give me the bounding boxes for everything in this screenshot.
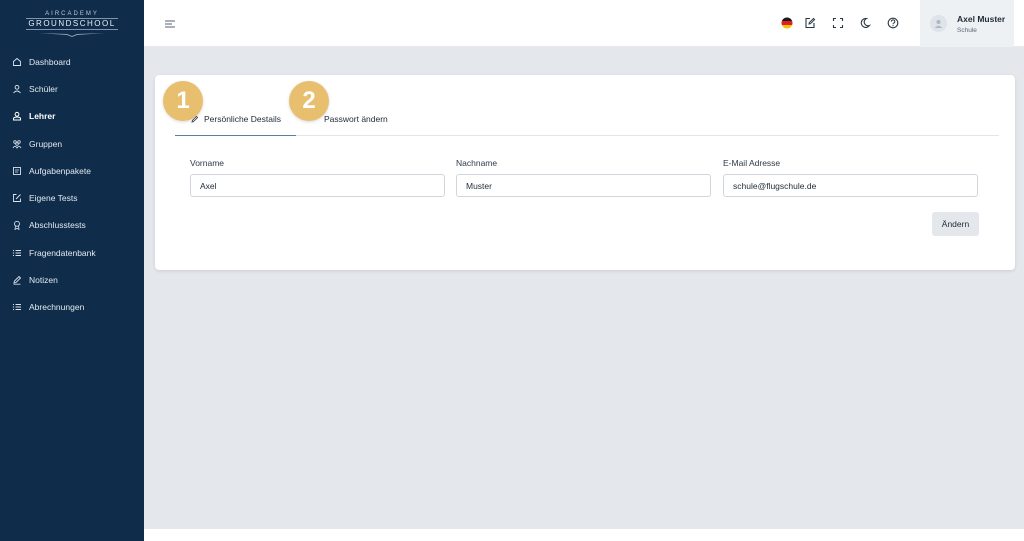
logo-main-text: GROUNDSCHOOL [26,17,118,30]
help-icon[interactable] [886,16,899,29]
sidebar-item-label: Gruppen [29,138,63,149]
sidebar-item-label: Abschlusstests [29,220,86,231]
email-label: E-Mail Adresse [723,158,781,168]
sidebar-item-gruppen[interactable]: Gruppen [0,130,144,157]
user-name: Axel Muster [957,14,1006,24]
sidebar-item-label: Eigene Tests [29,193,78,204]
sidebar: AIRCADEMY GROUNDSCHOOL Dashboard Schüler… [0,0,144,541]
sidebar-item-lehrer[interactable]: Lehrer [0,103,144,130]
sidebar-item-schueler[interactable]: Schüler [0,75,144,102]
first-name-label: Vorname [190,158,225,168]
last-name-field[interactable] [456,174,711,197]
first-name-field[interactable] [190,174,445,197]
last-name-label: Nachname [456,158,498,168]
sidebar-item-label: Fragendatenbank [29,247,96,258]
last-name-field-group: Nachname [456,158,711,197]
tab-label: Persönliche Destails [204,113,282,124]
fullscreen-icon[interactable] [831,16,844,29]
sidebar-item-notizen[interactable]: Notizen [0,266,144,293]
sidebar-item-label: Schüler [29,83,58,94]
sidebar-item-aufgabenpakete[interactable]: Aufgabenpakete [0,157,144,184]
user-menu[interactable]: Axel Muster Schule [920,0,1014,47]
pencil-icon [12,275,22,285]
award-icon [12,220,22,231]
german-flag-icon[interactable] [780,16,793,29]
footer-strip [144,529,1024,541]
sidebar-nav: Dashboard Schüler Lehrer Gruppen Aufgabe… [0,48,144,321]
step-badge-1: 1 [163,81,203,121]
step-badge-2: 2 [289,81,329,121]
sidebar-item-label: Lehrer [29,111,56,122]
sidebar-item-dashboard[interactable]: Dashboard [0,48,144,75]
tab-change-password[interactable]: Passwort ändern [324,102,414,136]
sidebar-item-label: Abrechnungen [29,302,85,313]
edit-square-icon [12,193,22,203]
avatar [930,15,947,32]
submit-button[interactable]: Ändern [932,212,979,236]
sidebar-item-label: Dashboard [29,56,71,67]
sidebar-item-eigene-tests[interactable]: Eigene Tests [0,184,144,211]
sidebar-item-label: Notizen [29,275,58,286]
sidebar-item-label: Aufgabenpakete [29,165,91,176]
package-icon [12,166,22,176]
email-field-group: E-Mail Adresse [723,158,978,197]
tab-label: Passwort ändern [324,114,388,124]
menu-icon[interactable] [164,17,176,29]
top-header: Axel Muster Schule [144,0,1024,47]
user-icon [12,84,22,94]
moon-icon[interactable] [858,16,871,29]
sidebar-item-abrechnungen[interactable]: Abrechnungen [0,294,144,321]
sidebar-item-fragendatenbank[interactable]: Fragendatenbank [0,239,144,266]
main-content: Persönliche Destails Passwort ändern 1 2… [144,47,1024,529]
sidebar-item-abschlusstests[interactable]: Abschlusstests [0,212,144,239]
list-icon [12,302,22,312]
wings-icon [39,32,105,37]
edit-icon[interactable] [803,16,816,29]
group-icon [12,139,22,149]
logo[interactable]: AIRCADEMY GROUNDSCHOOL [0,0,144,46]
teacher-icon [12,111,22,121]
email-field[interactable] [723,174,978,197]
logo-top-text: AIRCADEMY [45,10,99,17]
home-icon [12,57,22,67]
user-role: Schule [957,27,977,34]
first-name-field-group: Vorname [190,158,445,197]
profile-card: Persönliche Destails Passwort ändern 1 2… [155,75,1015,270]
list-icon [12,248,22,258]
